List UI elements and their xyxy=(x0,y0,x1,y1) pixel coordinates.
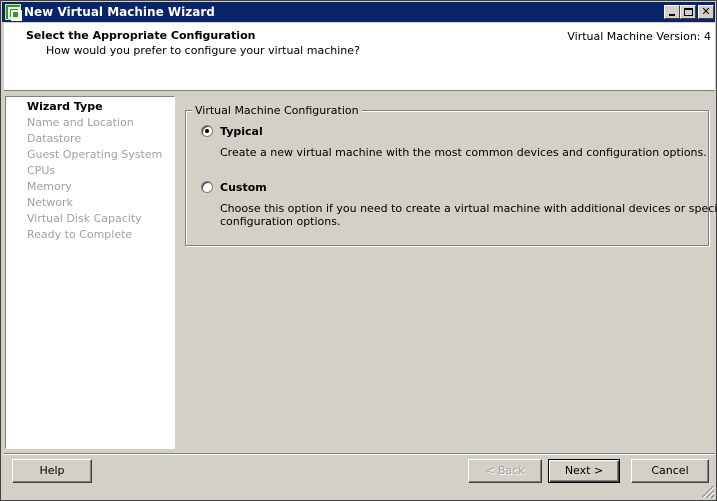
next-button[interactable]: Next > xyxy=(548,459,620,483)
resize-grip[interactable] xyxy=(702,486,714,498)
vm-version-label: Virtual Machine Version: 4 xyxy=(567,30,711,43)
cancel-button[interactable]: Cancel xyxy=(631,459,709,483)
typical-label[interactable]: Typical xyxy=(220,125,263,138)
nav-step-datastore: Datastore xyxy=(27,132,82,145)
nav-step-ready-to-complete: Ready to Complete xyxy=(27,228,133,241)
back-button[interactable]: < Back xyxy=(468,459,542,483)
vm-configuration-legend: Virtual Machine Configuration xyxy=(192,104,362,117)
nav-step-memory: Memory xyxy=(27,180,72,193)
minimize-icon xyxy=(669,14,675,16)
close-button[interactable]: ✕ xyxy=(698,5,714,19)
wizard-header: Select the Appropriate Configuration How… xyxy=(4,23,715,91)
nav-step-network: Network xyxy=(27,196,73,209)
page-title: Select the Appropriate Configuration xyxy=(26,29,256,42)
maximize-button[interactable] xyxy=(680,5,696,19)
nav-step-wizard-type: Wizard Type xyxy=(27,100,103,113)
nav-step-name-and-location: Name and Location xyxy=(27,116,134,129)
vmware-app-icon xyxy=(5,4,22,21)
custom-description-line-2: configuration options. xyxy=(220,215,341,228)
custom-radio[interactable] xyxy=(201,181,213,193)
help-button[interactable]: Help xyxy=(12,459,92,483)
nav-step-guest-os: Guest Operating System xyxy=(27,148,163,161)
wizard-window: New Virtual Machine Wizard ✕ Select the … xyxy=(0,0,717,501)
title-bar[interactable]: New Virtual Machine Wizard ✕ xyxy=(2,2,715,22)
custom-label[interactable]: Custom xyxy=(220,181,267,194)
close-icon: ✕ xyxy=(701,5,711,18)
typical-radio[interactable] xyxy=(201,125,213,137)
typical-description: Create a new virtual machine with the mo… xyxy=(220,146,707,159)
custom-description-line-1: Choose this option if you need to create… xyxy=(220,202,717,215)
nav-step-virtual-disk-capacity: Virtual Disk Capacity xyxy=(27,212,142,225)
page-subtitle: How would you prefer to configure your v… xyxy=(46,44,360,57)
nav-step-cpus: CPUs xyxy=(27,164,56,177)
footer-separator xyxy=(4,453,715,455)
wizard-steps-nav: Wizard Type Name and Location Datastore … xyxy=(5,96,175,449)
minimize-button[interactable] xyxy=(664,5,680,19)
maximize-icon xyxy=(684,8,693,16)
window-title: New Virtual Machine Wizard xyxy=(24,5,215,19)
